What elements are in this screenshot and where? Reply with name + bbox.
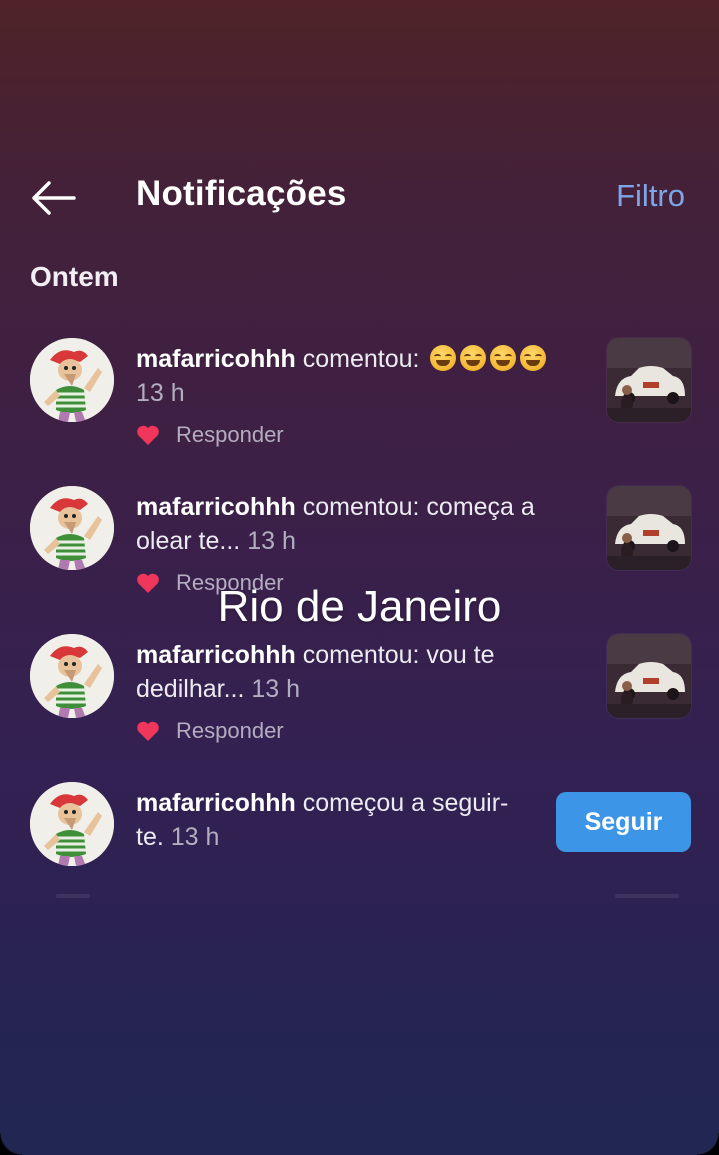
reply-button[interactable]: Responder [176, 718, 284, 744]
post-thumbnail[interactable] [607, 338, 691, 422]
grinning-face-emoji-icon [430, 345, 457, 371]
follow-button[interactable]: Seguir [556, 792, 691, 852]
overlay-caption: Rio de Janeiro [217, 582, 502, 631]
timestamp: 13 h [136, 379, 185, 407]
username-link[interactable]: mafarricohhh [136, 789, 296, 817]
notification-text: mafarricohhh comentou: vou te dedilhar..… [136, 638, 576, 706]
heart-icon[interactable] [136, 720, 160, 742]
post-thumbnail[interactable] [607, 486, 691, 570]
user-avatar[interactable] [30, 338, 114, 422]
section-label-yesterday: Ontem [30, 261, 119, 292]
page-title: Notificações [136, 174, 347, 213]
reply-button[interactable]: Responder [176, 422, 284, 448]
user-avatar[interactable] [30, 486, 114, 570]
notification-action: comentou: [302, 345, 420, 373]
notification-text: mafarricohhh comentou: começa a olear te… [136, 490, 576, 558]
filter-button[interactable]: Filtro [616, 178, 685, 214]
next-item-edge [56, 894, 90, 898]
grinning-face-emoji-icon [490, 345, 517, 371]
notification-text: mafarricohhh comentou: 13 h [136, 342, 576, 410]
comment-actions: Responder [136, 718, 284, 744]
timestamp: 13 h [247, 527, 296, 555]
notification-action: comentou: [302, 641, 420, 669]
background-gradient [0, 895, 719, 1155]
emoji-comment [430, 345, 547, 371]
notification-text: mafarricohhh começou a seguir-te. 13 h [136, 786, 536, 854]
username-link[interactable]: mafarricohhh [136, 493, 296, 521]
notification-action: comentou: [302, 493, 420, 521]
grinning-face-emoji-icon [520, 345, 547, 371]
username-link[interactable]: mafarricohhh [136, 345, 296, 373]
heart-icon[interactable] [136, 424, 160, 446]
post-thumbnail[interactable] [607, 634, 691, 718]
timestamp: 13 h [170, 823, 220, 851]
comment-actions: Responder [136, 422, 284, 448]
next-item-edge [615, 894, 679, 898]
username-link[interactable]: mafarricohhh [136, 641, 296, 669]
screen-corner [697, 1133, 719, 1155]
grinning-face-emoji-icon [460, 345, 487, 371]
timestamp: 13 h [251, 675, 301, 703]
back-arrow-icon[interactable] [30, 180, 76, 216]
user-avatar[interactable] [30, 634, 114, 718]
user-avatar[interactable] [30, 782, 114, 866]
